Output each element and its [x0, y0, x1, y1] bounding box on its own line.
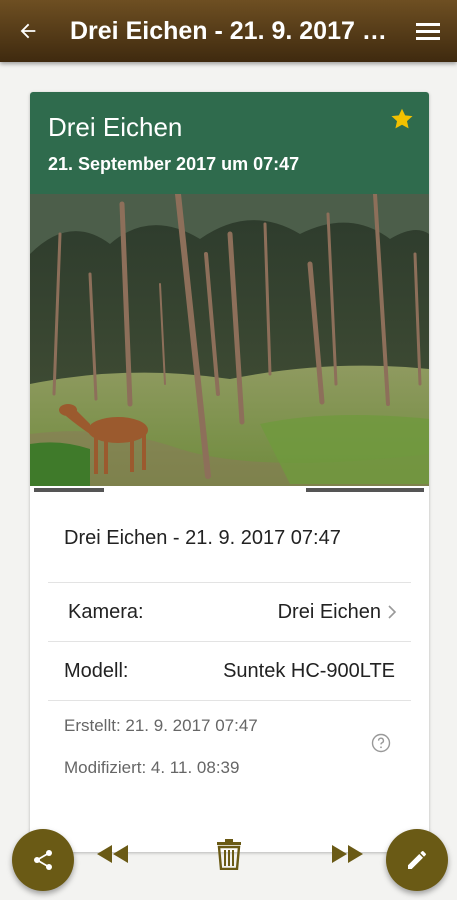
caption-text: Drei Eichen - 21. 9. 2017 07:47: [64, 526, 341, 549]
trail-camera-photo[interactable]: [30, 194, 429, 494]
share-button[interactable]: [12, 829, 74, 891]
menu-button[interactable]: [399, 0, 457, 62]
rewind-icon: [97, 845, 128, 863]
pencil-icon: [408, 851, 426, 869]
favorite-button[interactable]: [389, 106, 415, 137]
previous-photo-button[interactable]: [92, 832, 132, 876]
next-photo-button[interactable]: [328, 832, 368, 876]
share-icon: [34, 850, 52, 870]
page-title: Drei Eichen - 21. 9. 2017 07:47: [70, 16, 399, 45]
star-icon: [391, 108, 413, 129]
model-value: Suntek HC-900LTE: [223, 659, 395, 682]
delete-button[interactable]: [210, 832, 248, 876]
model-row: Modell: Suntek HC-900LTE: [48, 642, 411, 701]
arrow-back-icon: [20, 23, 36, 39]
camera-label: Kamera:: [68, 600, 144, 623]
modified-text: Modifiziert: 4. 11. 08:39: [64, 758, 240, 777]
fast-forward-icon: [332, 845, 363, 863]
location-name: Drei Eichen: [48, 112, 183, 142]
app-bar: Drei Eichen - 21. 9. 2017 07:47: [0, 0, 457, 62]
photo-date: 21. September 2017 um 07:47: [48, 154, 300, 174]
model-label: Modell:: [64, 659, 129, 682]
created-text: Erstellt: 21. 9. 2017 07:47: [64, 716, 258, 735]
camera-row[interactable]: Kamera: Drei Eichen: [48, 583, 411, 642]
edit-button[interactable]: [386, 829, 448, 891]
photo-details: Drei Eichen - 21. 9. 2017 07:47 Kamera: …: [30, 494, 429, 779]
camera-value-wrap[interactable]: Drei Eichen: [278, 601, 411, 624]
help-button[interactable]: [371, 733, 391, 759]
caption-row: Drei Eichen - 21. 9. 2017 07:47: [48, 494, 411, 583]
camera-value: Drei Eichen: [277, 600, 381, 623]
trash-icon: [217, 839, 241, 870]
photo-card: Drei Eichen 21. September 2017 um 07:47: [30, 92, 429, 852]
chevron-right-icon: [388, 605, 397, 619]
back-button[interactable]: [0, 0, 56, 62]
help-circle-icon: [371, 733, 391, 753]
card-header: Drei Eichen 21. September 2017 um 07:47: [30, 92, 429, 194]
timestamps: Erstellt: 21. 9. 2017 07:47 Modifiziert:…: [48, 701, 411, 779]
hamburger-menu-icon: [416, 23, 440, 40]
